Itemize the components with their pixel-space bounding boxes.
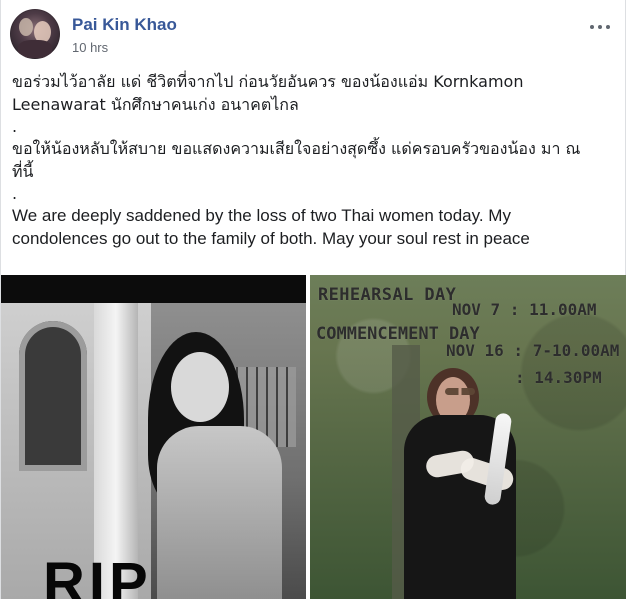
menu-dot-1 (590, 25, 594, 29)
menu-dot-2 (598, 25, 602, 29)
facebook-post: Pai Kin Khao 10 hrs ขอร่วมไว้อาลัย แด่ ช… (0, 0, 626, 599)
sunglasses-icon (445, 388, 475, 395)
woman-face (171, 352, 229, 422)
memorial-photo-top-band (1, 275, 306, 303)
rehearsal-day-text: REHEARSAL DAY (318, 285, 457, 305)
woman-shirt (157, 426, 282, 599)
arched-doorway (19, 321, 87, 471)
menu-dot-3 (606, 25, 610, 29)
rip-overlay-text: RIP (43, 551, 152, 599)
avatar-figure-1 (19, 18, 33, 36)
more-options-icon[interactable] (589, 19, 613, 35)
author-name-link[interactable]: Pai Kin Khao (72, 15, 177, 35)
message-separator-1: . (12, 117, 18, 136)
message-line-5: We are deeply saddened by the loss of tw… (12, 206, 511, 225)
message-line-1: ขอร่วมไว้อาลัย แด่ ชีวิตที่จากไป ก่อนวัย… (12, 72, 524, 91)
author-avatar[interactable] (10, 9, 60, 59)
post-timestamp-link[interactable]: 10 hrs (72, 40, 108, 55)
commencement-time-text: NOV 16 : 7-10.00AM (446, 341, 620, 360)
message-separator-2: . (12, 184, 18, 203)
post-header: Pai Kin Khao 10 hrs (10, 9, 625, 65)
avatar-figure-body (18, 40, 52, 58)
message-line-4: ที่นี้ (12, 162, 34, 181)
message-line-3: ขอให้น้องหลับให้สบาย ขอแสดงความเสียใจอย่… (12, 139, 581, 158)
memorial-photo[interactable]: RIP (1, 275, 306, 599)
commencement-second-time-text: : 14.30PM (515, 368, 602, 387)
rehearsal-time-text: NOV 7 : 11.00AM (452, 300, 597, 319)
message-line-2: Leenawarat นักศึกษาคนเก่ง อนาคตไกล (12, 95, 299, 114)
graduation-photo[interactable]: REHEARSAL DAY NOV 7 : 11.00AM COMMENCEME… (310, 275, 626, 599)
post-message: ขอร่วมไว้อาลัย แด่ ชีวิตที่จากไป ก่อนวัย… (12, 70, 618, 250)
post-images: RIP REHEARSAL DAY NOV 7 : 11.00AM COMMEN… (1, 275, 626, 599)
message-line-6: condolences go out to the family of both… (12, 229, 530, 248)
